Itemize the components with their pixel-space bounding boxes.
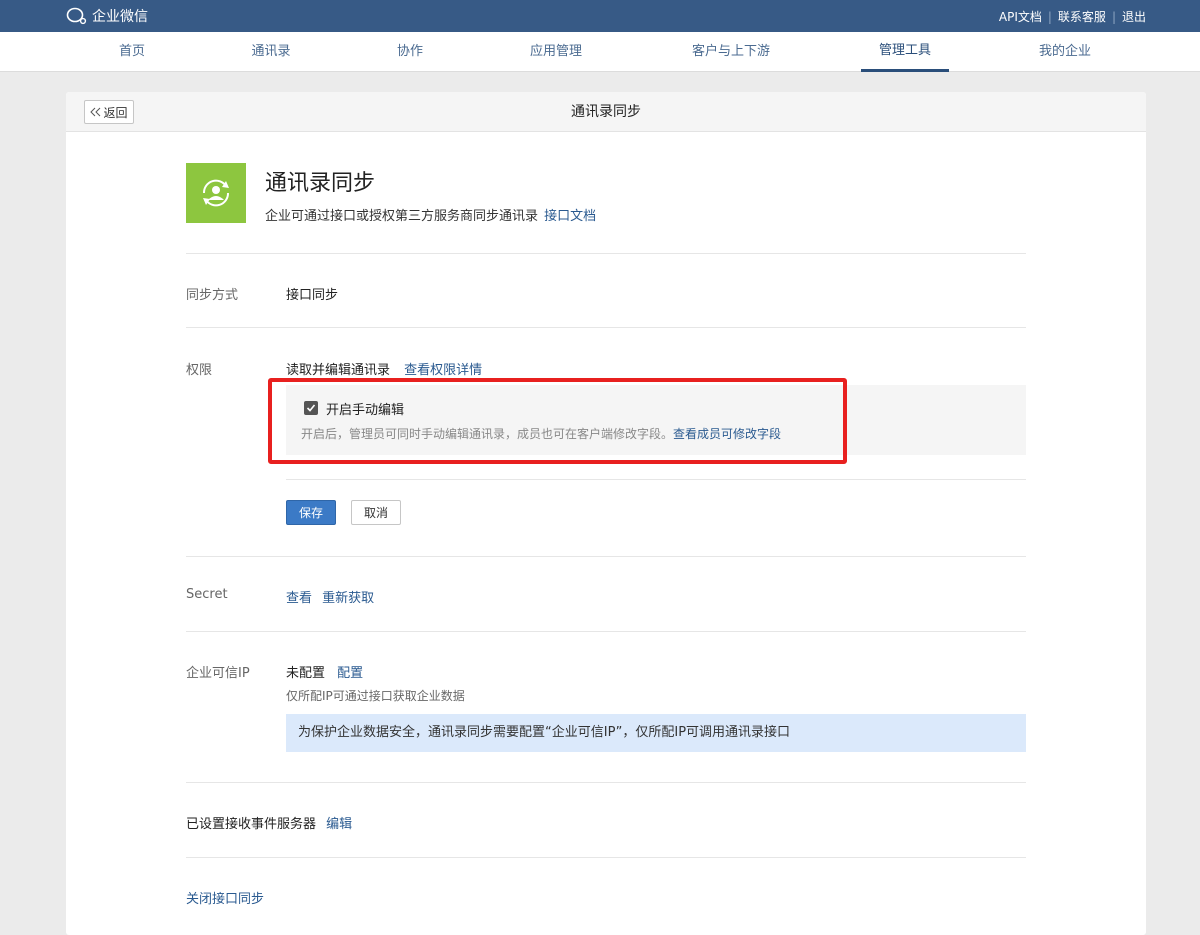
permission-text: 读取并编辑通讯录 xyxy=(286,363,391,378)
page-title: 通讯录同步 xyxy=(571,104,641,120)
logo-text: 企业微信 xyxy=(92,9,148,25)
back-button[interactable]: 返回 xyxy=(84,100,134,124)
separator: | xyxy=(1111,9,1116,24)
edit-event-server-link[interactable]: 编辑 xyxy=(326,817,352,832)
manual-edit-label[interactable]: 开启手动编辑 xyxy=(326,399,404,418)
nav-customers[interactable]: 客户与上下游 xyxy=(684,32,778,72)
nav-home[interactable]: 首页 xyxy=(112,32,152,72)
configure-ip-link[interactable]: 配置 xyxy=(337,666,363,681)
divider xyxy=(186,253,1026,254)
card-header: 通讯录同步 返回 xyxy=(66,92,1146,132)
trusted-ip-note: 仅所配IP可通过接口获取企业数据 xyxy=(286,689,465,703)
top-bar: 企业微信 API文档 | 联系客服 | 退出 xyxy=(0,0,1200,32)
divider xyxy=(186,556,1026,557)
divider xyxy=(286,479,1026,480)
event-server-label: 已设置接收事件服务器 xyxy=(186,817,317,832)
secret-actions: 查看 重新获取 xyxy=(286,587,374,606)
save-button[interactable]: 保存 xyxy=(286,500,336,525)
trusted-ip-status-row: 未配置 配置 xyxy=(286,662,363,681)
permission-value: 读取并编辑通讯录 查看权限详情 xyxy=(286,359,482,378)
app-description-text: 企业可通过接口或授权第三方服务商同步通讯录 xyxy=(265,209,539,224)
manual-edit-panel xyxy=(286,385,1026,455)
top-links: API文档 | 联系客服 | 退出 xyxy=(999,8,1146,25)
trusted-ip-label: 企业可信IP xyxy=(186,666,250,681)
trusted-ip-status: 未配置 xyxy=(286,666,326,681)
view-secret-link[interactable]: 查看 xyxy=(286,591,312,606)
nav-my-company[interactable]: 我的企业 xyxy=(1033,32,1097,72)
logo[interactable]: 企业微信 xyxy=(66,5,148,27)
divider xyxy=(186,782,1026,783)
permission-label: 权限 xyxy=(186,363,213,378)
cancel-button[interactable]: 取消 xyxy=(351,500,401,525)
contact-support-link[interactable]: 联系客服 xyxy=(1058,8,1106,25)
separator: | xyxy=(1047,9,1052,24)
api-doc-link[interactable]: 接口文档 xyxy=(544,209,596,224)
double-chevron-left-icon xyxy=(90,107,101,117)
back-label: 返回 xyxy=(103,105,128,120)
divider xyxy=(186,857,1026,858)
app-title: 通讯录同步 xyxy=(265,171,376,196)
checkmark-icon xyxy=(306,404,316,412)
nav-admin-tools[interactable]: 管理工具 xyxy=(861,32,949,72)
divider xyxy=(186,327,1026,328)
wecom-logo-icon xyxy=(66,7,87,25)
member-editable-fields-link[interactable]: 查看成员可修改字段 xyxy=(673,427,781,441)
nav-collaboration[interactable]: 协作 xyxy=(390,32,430,72)
permission-details-link[interactable]: 查看权限详情 xyxy=(404,363,482,378)
manual-edit-hint-text: 开启后，管理员可同时手动编辑通讯录，成员也可在客户端修改字段。 xyxy=(301,427,674,441)
app-description: 企业可通过接口或授权第三方服务商同步通讯录 接口文档 xyxy=(265,205,596,224)
divider xyxy=(186,631,1026,632)
nav-contacts[interactable]: 通讯录 xyxy=(245,32,297,72)
contacts-sync-icon xyxy=(186,163,246,223)
nav-app-management[interactable]: 应用管理 xyxy=(524,32,588,72)
sync-method-value: 接口同步 xyxy=(286,288,339,303)
sync-method-label: 同步方式 xyxy=(186,288,239,303)
manual-edit-hint: 开启后，管理员可同时手动编辑通讯录，成员也可在客户端修改字段。查看成员可修改字段 xyxy=(301,425,781,442)
secret-label: Secret xyxy=(186,587,228,602)
manual-edit-checkbox[interactable] xyxy=(304,401,318,415)
trusted-ip-info-box: 为保护企业数据安全，通讯录同步需要配置“企业可信IP”，仅所配IP可调用通讯录接… xyxy=(286,714,1026,752)
refresh-secret-link[interactable]: 重新获取 xyxy=(322,591,374,606)
main-nav: 首页 通讯录 协作 应用管理 客户与上下游 管理工具 我的企业 xyxy=(0,32,1200,72)
event-server-row: 已设置接收事件服务器 编辑 xyxy=(186,813,352,832)
close-api-sync-link[interactable]: 关闭接口同步 xyxy=(186,888,264,907)
api-docs-link[interactable]: API文档 xyxy=(999,8,1042,25)
logout-link[interactable]: 退出 xyxy=(1122,8,1146,25)
